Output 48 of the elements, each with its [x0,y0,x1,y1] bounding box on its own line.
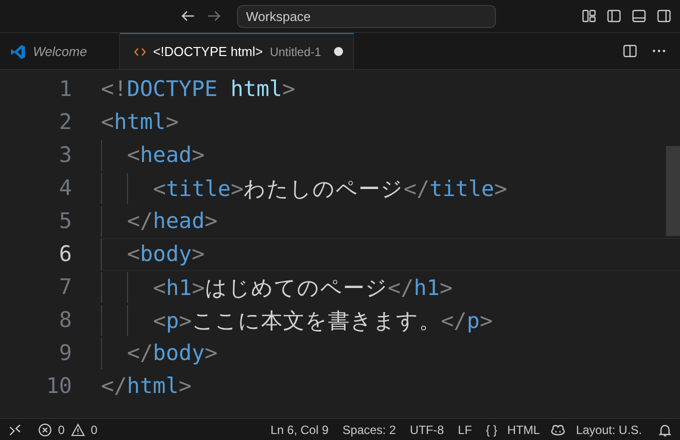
code-line: <!DOCTYPE html> [101,77,296,102]
error-count: 0 [58,422,65,436]
code-line: <body> [127,242,205,267]
search-field[interactable]: Workspace [237,5,496,28]
warning-count: 0 [90,422,98,436]
editor-tab[interactable]: <!DOCTYPE html> Untitled-1 [120,33,354,69]
tab-label: Welcome [33,44,87,59]
sidebar-icon[interactable] [606,8,622,24]
code-line: <title>わたしのページ</title> [153,176,508,203]
language-icon: { } [482,422,502,436]
line-number: 7 [58,275,72,300]
code-line: <h1>はじめてのページ</h1> [153,275,453,302]
line-number: 9 [58,341,72,366]
language-mode[interactable]: HTML [507,422,544,436]
code-line: </head> [127,209,218,234]
warning-icon[interactable] [70,422,85,436]
error-icon[interactable] [38,422,52,436]
line-number: 5 [58,209,72,234]
line-number: 4 [58,176,72,201]
status-item[interactable]: UTF-8 [406,422,448,436]
keyboard-layout[interactable]: Layout: U.S. [572,422,646,436]
line-number: 3 [58,143,72,168]
remote-icon[interactable] [8,422,22,436]
line-number: 10 [45,374,72,399]
status-item[interactable]: Ln 6, Col 9 [266,422,333,436]
panel-icon[interactable] [631,8,647,24]
code-line: </body> [127,341,218,366]
line-number: 1 [58,77,72,102]
status-item[interactable]: LF [454,422,476,436]
more-icon[interactable] [652,49,666,53]
status-item[interactable]: Spaces: 2 [338,422,400,436]
bell-icon[interactable] [658,422,672,436]
code-line: <head> [127,143,205,168]
layout-icon[interactable] [581,8,597,24]
line-number: 2 [58,110,72,135]
line-number: 8 [58,308,72,333]
secondary-sidebar-icon[interactable] [656,8,672,24]
code-line: <html> [101,110,179,135]
split-editor-icon[interactable] [622,43,638,59]
code-line: </html> [101,374,192,399]
vscode-logo-icon [10,44,26,60]
copilot-icon[interactable] [550,422,566,436]
tab-label: <!DOCTYPE html> [153,44,263,59]
line-number: 6 [58,242,72,267]
code-line: <p>ここに本文を書きます。</p> [153,308,493,335]
code-icon [134,46,146,58]
scrollbar-thumb[interactable] [666,146,680,236]
tab-description: Untitled-1 [270,44,322,58]
